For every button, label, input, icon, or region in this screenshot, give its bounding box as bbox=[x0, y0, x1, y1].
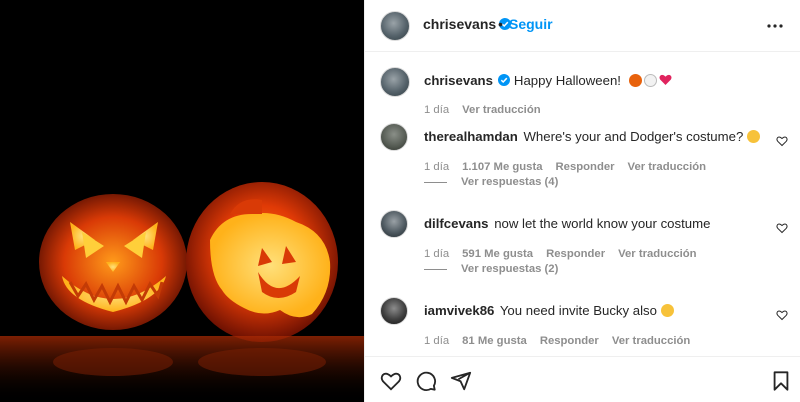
comment-body: iamvivek86 You need invite Bucky also bbox=[424, 302, 764, 320]
translate-button[interactable]: Ver traducción bbox=[612, 335, 690, 347]
comment-icon[interactable] bbox=[415, 370, 437, 392]
follow-button[interactable]: Seguir bbox=[509, 16, 553, 32]
view-replies-label[interactable]: Ver respuestas (4) bbox=[461, 176, 558, 188]
view-replies-button[interactable]: Ver respuestas (2) bbox=[424, 263, 558, 275]
post-side-panel: chrisevans • Seguir chrisevans Happy Hall… bbox=[364, 0, 800, 402]
translate-button[interactable]: Ver traducción bbox=[628, 161, 706, 173]
header-separator: • bbox=[498, 16, 503, 32]
heart-icon[interactable] bbox=[776, 222, 788, 234]
commenter-username[interactable]: therealhamdan bbox=[424, 129, 518, 144]
comment-text: You need invite Bucky also bbox=[499, 303, 657, 318]
caption-body: chrisevans Happy Halloween! bbox=[424, 72, 764, 90]
reply-button[interactable]: Responder bbox=[546, 248, 605, 260]
post-header: chrisevans • Seguir bbox=[365, 0, 800, 52]
reply-button[interactable]: Responder bbox=[556, 161, 615, 173]
view-replies-button[interactable]: Ver respuestas (4) bbox=[424, 176, 558, 188]
jack-o-lanterns-photo bbox=[0, 0, 364, 402]
comment-body: therealhamdan Where's your and Dodger's … bbox=[424, 128, 764, 146]
instagram-post: chrisevans • Seguir chrisevans Happy Hall… bbox=[0, 0, 800, 402]
commenter-avatar[interactable] bbox=[380, 297, 408, 325]
author-username-text[interactable]: chrisevans bbox=[423, 16, 496, 32]
ghost-emoji bbox=[643, 74, 657, 87]
post-actions-bar bbox=[365, 356, 800, 402]
comment-time[interactable]: 1 día bbox=[424, 161, 449, 173]
comment-meta: 1 día 591 Me gusta Responder Ver traducción bbox=[424, 248, 710, 260]
commenter-avatar[interactable] bbox=[380, 123, 408, 151]
commenter-avatar[interactable] bbox=[380, 210, 408, 238]
comment-likes[interactable]: 591 Me gusta bbox=[462, 248, 533, 260]
caption: chrisevans Happy Halloween! 1 día Ver trad… bbox=[380, 67, 790, 116]
laughing-emoji bbox=[660, 304, 674, 317]
caption-avatar[interactable] bbox=[380, 67, 410, 97]
comment: iamvivek86 You need invite Bucky also 1 … bbox=[380, 297, 790, 356]
commenter-username[interactable]: dilfcevans bbox=[424, 216, 489, 231]
heart-icon[interactable] bbox=[380, 370, 402, 392]
commenter-username[interactable]: iamvivek86 bbox=[424, 303, 494, 318]
comment-meta: 1 día 1.107 Me gusta Responder Ver traducci… bbox=[424, 161, 719, 173]
comment-meta: 1 día 81 Me gusta Responder Ver traducción bbox=[424, 335, 703, 347]
caption-time[interactable]: 1 día bbox=[424, 104, 449, 116]
reply-button[interactable]: Responder bbox=[540, 335, 599, 347]
comment-text: Where's your and Dodger's costume? bbox=[523, 129, 744, 144]
comment-body: dilfcevans now let the world know your c… bbox=[424, 215, 764, 233]
author-avatar[interactable] bbox=[380, 11, 410, 41]
share-icon[interactable] bbox=[450, 370, 472, 392]
post-image[interactable] bbox=[0, 0, 364, 402]
comment-time[interactable]: 1 día bbox=[424, 248, 449, 260]
more-options-icon[interactable] bbox=[763, 14, 787, 38]
caption-username[interactable]: chrisevans bbox=[424, 73, 493, 88]
comment-likes[interactable]: 81 Me gusta bbox=[462, 335, 527, 347]
comment-likes[interactable]: 1.107 Me gusta bbox=[462, 161, 542, 173]
laughing-emoji bbox=[747, 130, 761, 143]
caption-translate[interactable]: Ver traducción bbox=[462, 104, 540, 116]
caption-text: Happy Halloween! bbox=[513, 73, 621, 88]
red-heart-emoji bbox=[659, 74, 672, 85]
translate-button[interactable]: Ver traducción bbox=[618, 248, 696, 260]
comments-list[interactable]: chrisevans Happy Halloween! 1 día Ver trad… bbox=[365, 53, 800, 356]
comment-text: now let the world know your costume bbox=[494, 216, 711, 231]
heart-icon[interactable] bbox=[776, 135, 788, 147]
bookmark-icon[interactable] bbox=[770, 370, 792, 392]
replies-divider bbox=[424, 268, 447, 270]
comment-time[interactable]: 1 día bbox=[424, 335, 449, 347]
pumpkin-emoji bbox=[628, 74, 642, 87]
caption-meta: 1 día Ver traducción bbox=[424, 104, 554, 116]
verified-badge-icon bbox=[497, 74, 510, 86]
replies-divider bbox=[424, 181, 447, 183]
heart-icon[interactable] bbox=[776, 309, 788, 321]
view-replies-label[interactable]: Ver respuestas (2) bbox=[461, 263, 558, 275]
